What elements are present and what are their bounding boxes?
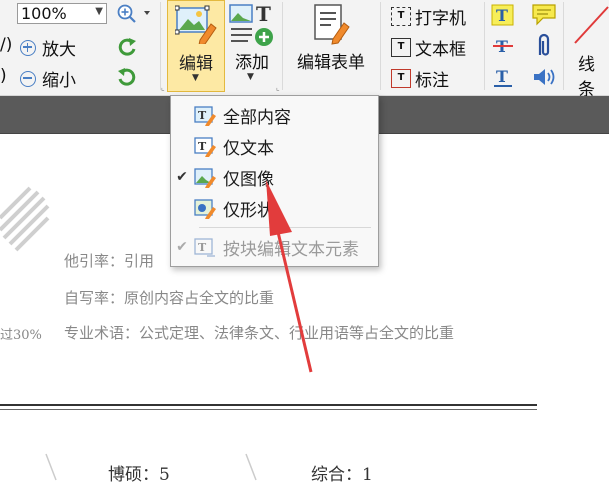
edit-form-icon: [314, 4, 350, 45]
zoom-select[interactable]: 100% ▼: [17, 3, 107, 24]
underline-text-icon[interactable]: T: [491, 66, 515, 88]
note-icon[interactable]: [531, 3, 557, 27]
doc-line-cite-rate: 他引率：引用: [64, 252, 155, 270]
rotate-right-icon[interactable]: [116, 66, 138, 88]
menu-separator: [199, 227, 371, 228]
rotate-left-icon[interactable]: [116, 36, 138, 58]
menu-item-shapes-only[interactable]: 仅形状: [171, 193, 378, 223]
edit-form-label: 编辑表单: [297, 53, 365, 73]
toolbar-ribbon: /) ) 100% ▼ 放大 缩小 ⌞ 编辑 ▼ T 添加 ▼ ⌞ 编辑表单 T…: [0, 0, 609, 100]
sound-icon[interactable]: [531, 66, 557, 88]
zoom-value: 100%: [21, 4, 67, 23]
checkmark-icon: ✔: [176, 169, 188, 185]
attachment-icon[interactable]: [534, 33, 554, 59]
svg-text:T: T: [198, 109, 207, 122]
textbox-icon: T: [391, 38, 411, 57]
doc-line-self-rate: 自写率：原创内容占全文的比重: [64, 289, 275, 307]
zoom-out-label: 缩小: [42, 71, 76, 91]
typewriter-icon: T: [391, 7, 411, 26]
menu-item-label: 按块编辑文本元素: [223, 239, 359, 260]
menu-item-all-content[interactable]: T 全部内容: [171, 100, 378, 130]
svg-text:T: T: [198, 241, 207, 254]
block-text-icon: T: [194, 238, 215, 257]
typewriter-label: 打字机: [415, 9, 466, 29]
chevron-down-icon: ▼: [247, 72, 254, 82]
svg-text:T: T: [256, 3, 271, 26]
zoom-in-button[interactable]: 放大: [20, 35, 76, 60]
edit-text-icon: T: [194, 137, 216, 157]
line-tool-label[interactable]: 线条: [578, 50, 609, 100]
edit-all-icon: T: [194, 106, 216, 126]
doc-line-terms: 专业术语：公式定理、法律条文、行业用语等占全文的比重: [64, 324, 455, 342]
doc-line-prefix: 过30%: [0, 328, 42, 343]
svg-text:T: T: [496, 6, 508, 25]
plus-circle-icon: [20, 39, 36, 56]
zoom-in-label: 放大: [42, 40, 76, 60]
highlight-text-icon[interactable]: T: [491, 4, 515, 26]
svg-text:T: T: [198, 140, 207, 153]
menu-item-block-edit-text[interactable]: ✔ T 按块编辑文本元素: [171, 232, 378, 262]
checkmark-icon: ✔: [176, 239, 188, 255]
menu-item-label: 仅图像: [223, 169, 274, 190]
callout-icon: T: [391, 69, 411, 88]
edit-label: 编辑: [179, 54, 213, 74]
edit-button[interactable]: 编辑 ▼: [167, 0, 225, 92]
edit-form-button[interactable]: 编辑表单: [289, 0, 373, 92]
menu-item-label: 仅形状: [223, 200, 274, 221]
watermark-graphic: [0, 186, 50, 252]
edit-image-icon: [175, 5, 217, 44]
add-label: 添加: [235, 53, 269, 73]
cut-off-label-bottom: ): [0, 66, 7, 86]
add-button[interactable]: T 添加 ▼: [226, 0, 278, 92]
minus-circle-icon: [20, 70, 36, 87]
menu-item-label: 全部内容: [223, 107, 291, 128]
svg-text:T: T: [496, 67, 508, 86]
line-tool-icon[interactable]: [572, 3, 609, 47]
edit-shape-icon: [194, 199, 216, 219]
edit-dropdown-menu: T 全部内容 T 仅文本 ✔ 仅图像 仅形状 ✔ T 按块编辑文本元素: [170, 95, 379, 267]
zoom-out-button[interactable]: 缩小: [20, 66, 76, 91]
callout-button[interactable]: T 标注: [391, 66, 449, 91]
add-content-icon: T: [229, 3, 273, 46]
menu-item-label: 仅文本: [223, 138, 274, 159]
group-launcher-icon[interactable]: ⌞: [161, 83, 165, 92]
menu-item-text-only[interactable]: T 仅文本: [171, 131, 378, 161]
group-launcher-icon[interactable]: ⌞: [276, 83, 280, 92]
table-divider: [45, 453, 57, 481]
strikeout-text-icon[interactable]: T: [491, 35, 515, 57]
cut-off-label-top: /): [0, 35, 13, 55]
magnifier-zoom-icon: [117, 4, 150, 23]
count-general: 综合：1: [311, 465, 373, 485]
table-divider: [245, 453, 257, 481]
zoom-tool-button[interactable]: [116, 3, 150, 29]
edit-image-icon: [194, 168, 216, 188]
textbox-label: 文本框: [415, 40, 466, 60]
chevron-down-icon: ▼: [192, 73, 199, 83]
menu-item-image-only[interactable]: ✔ 仅图像: [171, 162, 378, 192]
typewriter-button[interactable]: T 打字机: [391, 4, 466, 29]
callout-label: 标注: [415, 71, 449, 91]
chevron-down-icon: ▼: [95, 6, 103, 17]
count-masters-phd: 博硕：5: [108, 465, 170, 485]
textbox-button[interactable]: T 文本框: [391, 35, 466, 60]
